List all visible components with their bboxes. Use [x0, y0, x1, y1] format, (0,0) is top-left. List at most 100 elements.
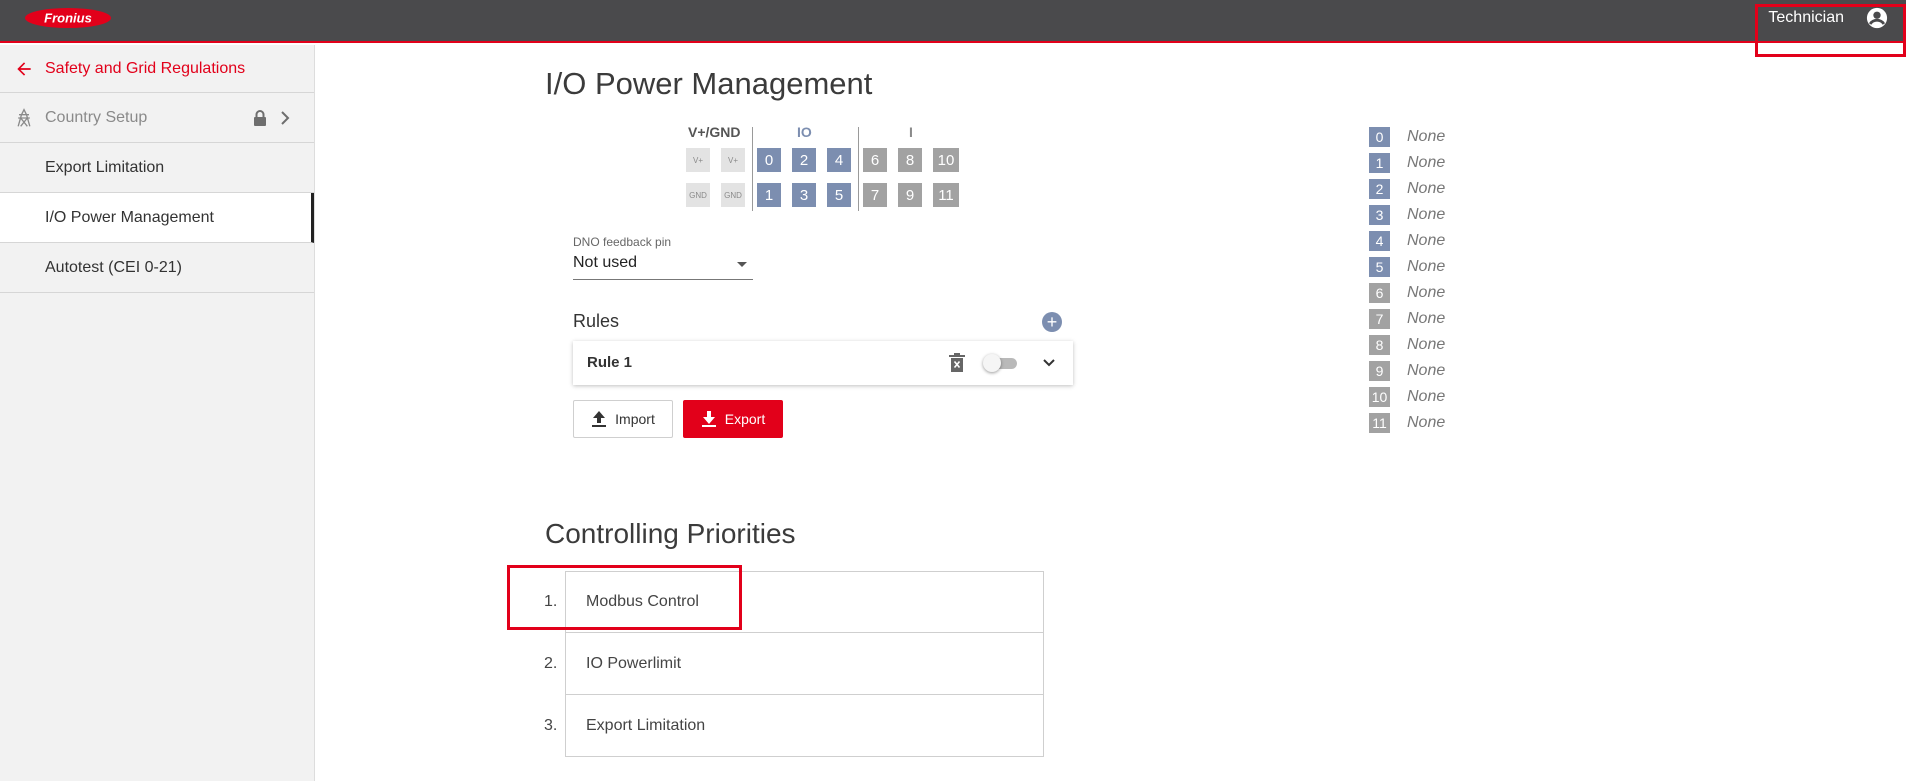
- priority-number: 2.: [544, 655, 558, 672]
- legend-pin: 7: [1369, 309, 1390, 329]
- priority-number: 1.: [544, 593, 558, 610]
- upload-icon: [592, 411, 607, 427]
- legend-row: 8 None: [1369, 335, 1445, 355]
- legend-pin: 4: [1369, 231, 1390, 251]
- account-circle-icon[interactable]: [1866, 7, 1888, 29]
- legend-row: 11 None: [1369, 413, 1445, 433]
- user-role-label[interactable]: Technician: [1768, 9, 1844, 27]
- import-button[interactable]: Import: [573, 400, 673, 438]
- legend-pin: 0: [1369, 127, 1390, 147]
- rule-card[interactable]: Rule 1: [573, 341, 1073, 385]
- legend-pin: 6: [1369, 283, 1390, 303]
- plus-icon: +: [1046, 312, 1058, 332]
- pins-header-power: V+/GND: [688, 124, 741, 140]
- legend-value: None: [1407, 154, 1446, 171]
- legend-row: 5 None: [1369, 257, 1445, 277]
- legend-row: 6 None: [1369, 283, 1445, 303]
- pin-input-8[interactable]: 8: [898, 148, 922, 172]
- legend-value: None: [1407, 128, 1446, 145]
- add-rule-button[interactable]: +: [1042, 312, 1062, 332]
- pin-io-2[interactable]: 2: [792, 148, 816, 172]
- delete-icon[interactable]: [948, 353, 966, 373]
- fronius-logo[interactable]: Fronius: [24, 7, 112, 29]
- sidebar-item-label: Country Setup: [45, 108, 148, 126]
- legend-value: None: [1407, 258, 1446, 275]
- pins-header-io: IO: [797, 124, 812, 140]
- pin-io-1[interactable]: 1: [757, 183, 781, 207]
- dropdown-caret-icon: [737, 262, 747, 267]
- legend-pin: 11: [1369, 413, 1390, 433]
- legend-value: None: [1407, 206, 1446, 223]
- pin-vplus: V+: [721, 148, 745, 172]
- dno-feedback-pin-label: DNO feedback pin: [573, 235, 672, 249]
- legend-row: 9 None: [1369, 361, 1445, 381]
- pin-io-3[interactable]: 3: [792, 183, 816, 207]
- dno-feedback-pin-value: Not used: [573, 254, 638, 271]
- page-title: I/O Power Management: [545, 66, 873, 101]
- chevron-down-icon[interactable]: [1041, 355, 1057, 371]
- rules-title: Rules: [573, 311, 620, 331]
- legend-value: None: [1407, 388, 1446, 405]
- legend-value: None: [1407, 232, 1446, 249]
- export-button[interactable]: Export: [683, 400, 783, 438]
- priority-label: Modbus Control: [586, 593, 699, 610]
- pins-divider: [752, 127, 753, 211]
- sidebar-item-autotest[interactable]: Autotest (CEI 0-21): [0, 243, 314, 293]
- legend-pin: 8: [1369, 335, 1390, 355]
- top-bar: Fronius Technician: [0, 0, 1906, 43]
- pin-gnd: GND: [721, 183, 745, 207]
- arrow-back-icon: [17, 61, 31, 76]
- legend-pin: 5: [1369, 257, 1390, 277]
- pin-io-4[interactable]: 4: [827, 148, 851, 172]
- pins-divider: [858, 127, 859, 211]
- rule-enable-toggle[interactable]: [983, 354, 1019, 372]
- legend-value: None: [1407, 310, 1446, 327]
- pin-gnd: GND: [686, 183, 710, 207]
- chevron-right-icon: [281, 111, 290, 125]
- sidebar-item-label: Autotest (CEI 0-21): [45, 258, 182, 276]
- toggle-knob: [983, 354, 1001, 372]
- pin-input-6[interactable]: 6: [863, 148, 887, 172]
- legend-value: None: [1407, 180, 1446, 197]
- sidebar-item-label: Export Limitation: [45, 158, 165, 176]
- sidebar-item-export-limitation[interactable]: Export Limitation: [0, 143, 314, 193]
- legend-pin: 3: [1369, 205, 1390, 225]
- sidebar: Safety and Grid Regulations Country Setu…: [0, 45, 315, 781]
- pin-io-0[interactable]: 0: [757, 148, 781, 172]
- legend-value: None: [1407, 284, 1446, 301]
- priorities-title: Controlling Priorities: [545, 518, 796, 549]
- priority-number: 3.: [544, 717, 558, 734]
- back-to-safety-grid-regulations[interactable]: Safety and Grid Regulations: [0, 45, 314, 93]
- sidebar-item-country-setup[interactable]: Country Setup: [0, 93, 314, 143]
- sidebar-item-label: I/O Power Management: [45, 208, 214, 226]
- priority-label: IO Powerlimit: [586, 654, 682, 672]
- legend-pin: 1: [1369, 153, 1390, 173]
- legend-row: 1 None: [1369, 153, 1445, 173]
- back-label: Safety and Grid Regulations: [45, 59, 246, 77]
- pin-input-11[interactable]: 11: [933, 183, 959, 207]
- download-icon: [701, 411, 716, 427]
- legend-row: 3 None: [1369, 205, 1445, 225]
- legend-row: 0 None: [1369, 127, 1445, 147]
- legend-value: None: [1407, 362, 1446, 379]
- dno-feedback-pin-select[interactable]: Not used: [573, 254, 753, 280]
- sidebar-item-io-power-management[interactable]: I/O Power Management: [0, 193, 314, 243]
- legend-value: None: [1407, 336, 1446, 353]
- legend-pin: 2: [1369, 179, 1390, 199]
- legend-row: 2 None: [1369, 179, 1445, 199]
- priority-item-io-powerlimit[interactable]: IO Powerlimit: [565, 633, 1044, 695]
- pins-header-input: I: [909, 124, 913, 140]
- import-label: Import: [615, 411, 655, 427]
- legend-value: None: [1407, 414, 1446, 431]
- pin-input-7[interactable]: 7: [863, 183, 887, 207]
- pin-io-5[interactable]: 5: [827, 183, 851, 207]
- svg-text:Fronius: Fronius: [44, 11, 92, 26]
- rule-name: Rule 1: [587, 354, 633, 371]
- priority-item-export-limitation[interactable]: Export Limitation: [565, 695, 1044, 757]
- legend-pin: 10: [1369, 387, 1390, 407]
- legend-row: 10 None: [1369, 387, 1445, 407]
- pin-input-9[interactable]: 9: [898, 183, 922, 207]
- priority-item-modbus-control[interactable]: Modbus Control: [565, 571, 1044, 633]
- legend-row: 4 None: [1369, 231, 1445, 251]
- pin-input-10[interactable]: 10: [933, 148, 959, 172]
